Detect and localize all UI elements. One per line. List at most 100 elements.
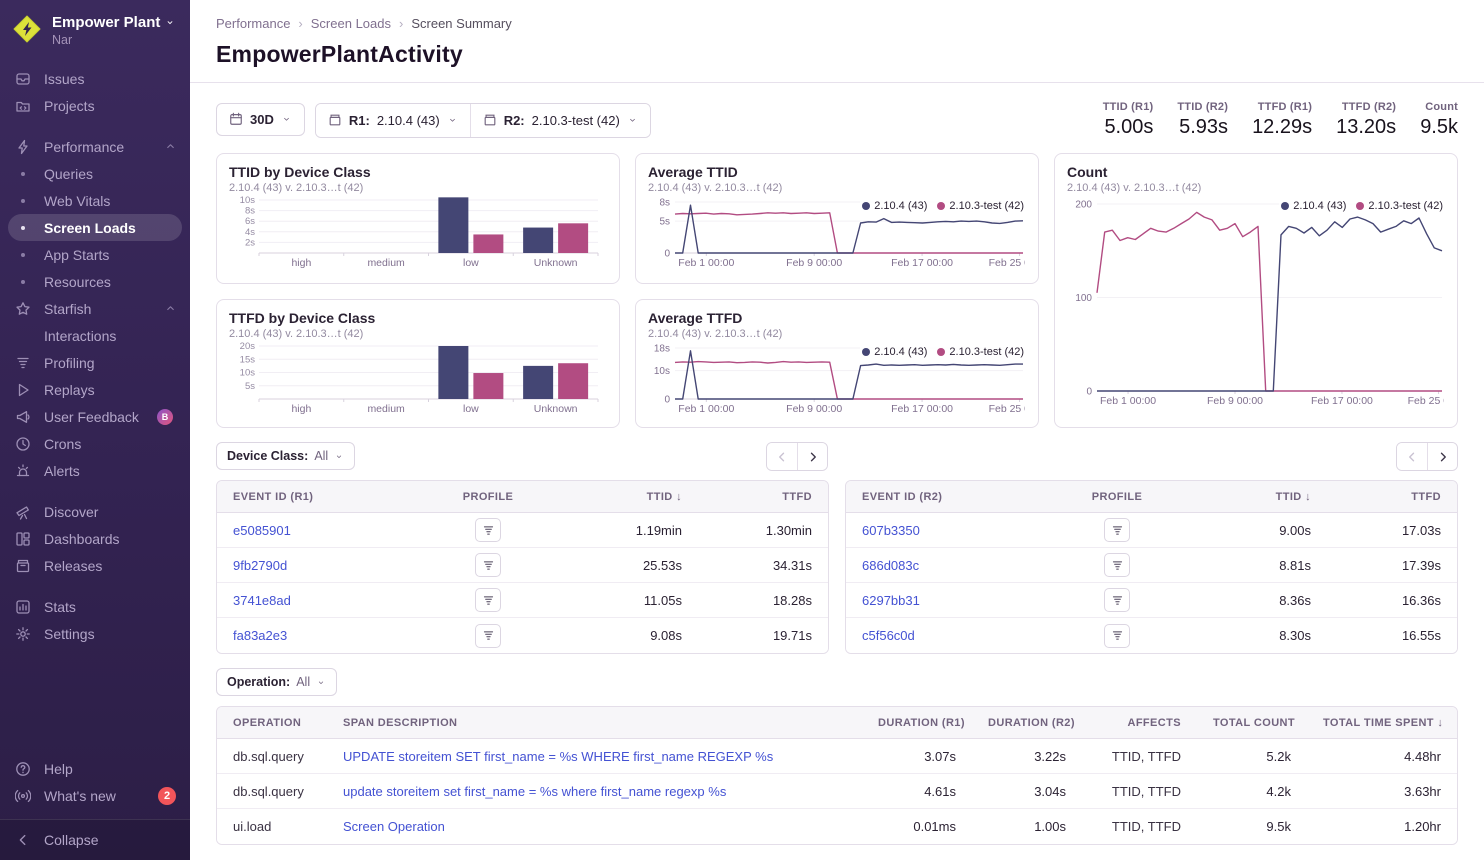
sidebar-item-stats[interactable]: Stats xyxy=(0,593,190,620)
legend-item[interactable]: 2.10.3-test (42) xyxy=(937,200,1024,212)
event-id-link[interactable]: 607b3350 xyxy=(862,523,920,538)
metric-ttid-r1: TTID (R1)5.00s xyxy=(1103,101,1154,139)
chart-legend[interactable]: 2.10.4 (43) 2.10.3-test (42) xyxy=(1279,199,1445,213)
column-header-affects[interactable]: AFFECTS xyxy=(1082,717,1197,729)
column-header-ttfd[interactable]: TTFD xyxy=(1327,491,1457,503)
operation-cell: db.sql.query xyxy=(217,784,327,799)
previous-page-button[interactable] xyxy=(1397,443,1427,470)
next-page-button[interactable] xyxy=(1427,443,1457,470)
affects-value[interactable]: TTID, TTFD xyxy=(1112,749,1181,764)
release-2-selector[interactable]: R2: 2.10.3-test (42) xyxy=(470,104,650,137)
sidebar-item-starfish[interactable]: Starfish xyxy=(0,295,190,322)
span-description-link[interactable]: UPDATE storeitem SET first_name = %s WHE… xyxy=(343,749,773,764)
event-id-cell: c5f56c0d xyxy=(846,628,1057,643)
org-switcher[interactable]: Empower Plant Nar xyxy=(0,0,190,57)
breadcrumb-screen-loads[interactable]: Screen Loads xyxy=(311,16,391,31)
sidebar-item-screen-loads[interactable]: Screen Loads xyxy=(8,214,182,241)
previous-page-button[interactable] xyxy=(767,443,797,470)
sidebar-item-help[interactable]: Help xyxy=(0,755,190,782)
legend-item[interactable]: 2.10.3-test (42) xyxy=(937,346,1024,358)
sidebar-item-releases[interactable]: Releases xyxy=(0,552,190,579)
sidebar-item-interactions[interactable]: Interactions xyxy=(0,322,190,349)
sidebar-item-settings[interactable]: Settings xyxy=(0,620,190,647)
ttid-cell: 9.00s xyxy=(1177,523,1327,538)
event-id-link[interactable]: 9fb2790d xyxy=(233,558,287,573)
event-id-link[interactable]: 6297bb31 xyxy=(862,593,920,608)
chart-legend[interactable]: 2.10.4 (43) 2.10.3-test (42) xyxy=(860,345,1026,359)
sidebar-item-whats-new[interactable]: What's new2 xyxy=(0,782,190,809)
span-description-link[interactable]: update storeitem set first_name = %s whe… xyxy=(343,784,726,799)
column-header-event-id[interactable]: EVENT ID (R1) xyxy=(217,491,428,503)
total-count-cell: 4.2k xyxy=(1197,784,1307,799)
sidebar-item-crons[interactable]: Crons xyxy=(0,430,190,457)
column-header-ttfd[interactable]: TTFD xyxy=(698,491,828,503)
total-time-spent-value[interactable]: 4.48hr xyxy=(1404,749,1441,764)
legend-item[interactable]: 2.10.4 (43) xyxy=(1281,200,1346,212)
affects-value[interactable]: TTID, TTFD xyxy=(1112,819,1181,834)
profile-button[interactable] xyxy=(1104,518,1130,542)
column-header-operation[interactable]: OPERATION xyxy=(217,717,327,729)
sidebar-item-dashboards[interactable]: Dashboards xyxy=(0,525,190,552)
column-header-duration-r1[interactable]: DURATION (R1) xyxy=(862,717,972,729)
archive-icon xyxy=(14,558,32,574)
sidebar-collapse-button[interactable]: Collapse xyxy=(0,819,190,860)
sidebar-item-user-feedback[interactable]: User FeedbackB xyxy=(0,403,190,430)
event-id-link[interactable]: c5f56c0d xyxy=(862,628,915,643)
profile-button[interactable] xyxy=(475,553,501,577)
column-header-duration-r2[interactable]: DURATION (R2) xyxy=(972,717,1082,729)
sidebar-item-performance[interactable]: Performance xyxy=(0,133,190,160)
sidebar-nav: IssuesProjects PerformanceQueriesWeb Vita… xyxy=(0,57,190,755)
total-time-spent-value[interactable]: 3.63hr xyxy=(1404,784,1441,799)
profile-button[interactable] xyxy=(1104,624,1130,648)
column-header-ttid[interactable]: TTID ↓ xyxy=(1177,491,1327,503)
sidebar-item-resources[interactable]: Resources xyxy=(0,268,190,295)
sidebar-item-discover[interactable]: Discover xyxy=(0,498,190,525)
span-description-link[interactable]: Screen Operation xyxy=(343,819,445,834)
release-1-selector[interactable]: R1: 2.10.4 (43) xyxy=(316,104,470,137)
total-time-spent-value[interactable]: 1.20hr xyxy=(1404,819,1441,834)
profile-button[interactable] xyxy=(475,588,501,612)
sidebar-item-profiling[interactable]: Profiling xyxy=(0,349,190,376)
operation-selector[interactable]: Operation: All xyxy=(216,668,337,696)
profile-button[interactable] xyxy=(475,624,501,648)
span-description-cell: UPDATE storeitem SET first_name = %s WHE… xyxy=(327,749,862,764)
sidebar-item-projects[interactable]: Projects xyxy=(0,92,190,119)
sidebar-group: IssuesProjects xyxy=(0,65,190,119)
sidebar-item-alerts[interactable]: Alerts xyxy=(0,457,190,484)
legend-item[interactable]: 2.10.3-test (42) xyxy=(1356,200,1443,212)
ttid-by-device-class-chart[interactable]: 2s4s6s8s10shighmediumlowUnknown xyxy=(229,196,606,270)
star-icon xyxy=(14,301,32,317)
column-header-event-id[interactable]: EVENT ID (R2) xyxy=(846,491,1057,503)
ttfd-by-device-class-chart[interactable]: 5s10s15s20shighmediumlowUnknown xyxy=(229,342,606,416)
device-class-selector[interactable]: Device Class: All xyxy=(216,442,355,470)
date-range-selector[interactable]: 30D xyxy=(216,103,305,136)
profile-button[interactable] xyxy=(1104,588,1130,612)
event-id-link[interactable]: 3741e8ad xyxy=(233,593,291,608)
sidebar-item-app-starts[interactable]: App Starts xyxy=(0,241,190,268)
profile-button[interactable] xyxy=(475,518,501,542)
event-id-link[interactable]: e5085901 xyxy=(233,523,291,538)
event-id-link[interactable]: 686d083c xyxy=(862,558,919,573)
chart-legend[interactable]: 2.10.4 (43) 2.10.3-test (42) xyxy=(860,199,1026,213)
legend-item[interactable]: 2.10.4 (43) xyxy=(862,346,927,358)
count-chart[interactable]: 0100200Feb 1 00:00Feb 9 00:00Feb 17 00:0… xyxy=(1067,196,1444,408)
duration-r2-cell: 1.00s xyxy=(972,819,1082,834)
breadcrumb-performance[interactable]: Performance xyxy=(216,16,290,31)
column-header-total-time-spent[interactable]: TOTAL TIME SPENT ↓ xyxy=(1307,717,1457,729)
sidebar-item-issues[interactable]: Issues xyxy=(0,65,190,92)
sidebar-item-web-vitals[interactable]: Web Vitals xyxy=(0,187,190,214)
affects-value[interactable]: TTID, TTFD xyxy=(1112,784,1181,799)
sidebar-item-label: What's new xyxy=(44,788,116,804)
event-id-link[interactable]: fa83a2e3 xyxy=(233,628,287,643)
column-header-profile[interactable]: PROFILE xyxy=(428,491,548,503)
column-header-ttid[interactable]: TTID ↓ xyxy=(548,491,698,503)
operation-filter-row: Operation: All xyxy=(190,654,1484,696)
legend-item[interactable]: 2.10.4 (43) xyxy=(862,200,927,212)
column-header-span-description[interactable]: SPAN DESCRIPTION xyxy=(327,717,862,729)
column-header-total-count[interactable]: TOTAL COUNT xyxy=(1197,717,1307,729)
column-header-profile[interactable]: PROFILE xyxy=(1057,491,1177,503)
next-page-button[interactable] xyxy=(797,443,827,470)
profile-button[interactable] xyxy=(1104,553,1130,577)
sidebar-item-replays[interactable]: Replays xyxy=(0,376,190,403)
sidebar-item-queries[interactable]: Queries xyxy=(0,160,190,187)
